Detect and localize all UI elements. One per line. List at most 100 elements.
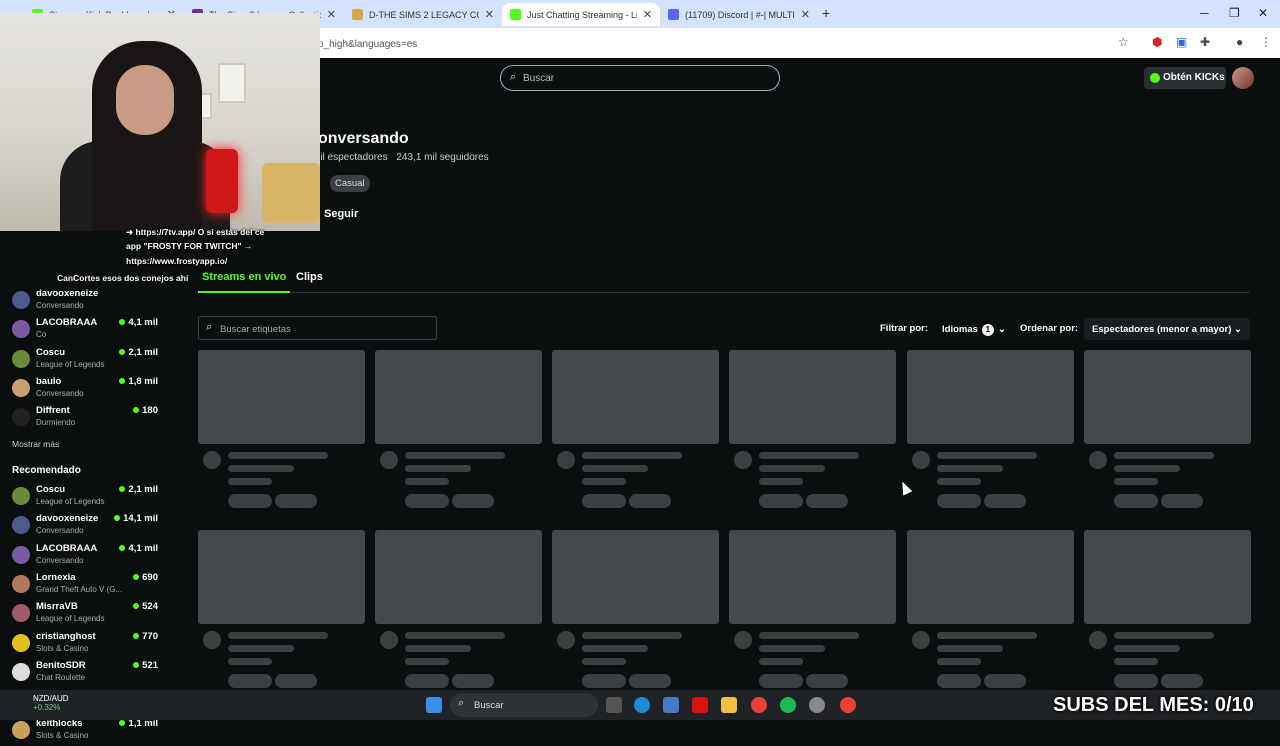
new-tab-icon[interactable]: + [822, 5, 830, 21]
bookmark-star-icon[interactable]: ☆ [1118, 35, 1129, 49]
get-kicks-label: Obtén KICKs [1163, 72, 1225, 83]
minimize-icon[interactable]: ─ [1200, 6, 1209, 20]
text-placeholder [937, 645, 1003, 652]
close-tab-icon[interactable]: ✕ [643, 8, 652, 21]
sidebar-channel-item[interactable]: Diffrent Durmiendo 180 [0, 405, 170, 433]
translate-icon[interactable]: ▣ [1176, 35, 1187, 49]
avatar-placeholder [912, 631, 930, 649]
close-tab-icon[interactable]: ✕ [485, 8, 494, 21]
edge-icon[interactable] [634, 697, 650, 713]
stream-card-skeleton[interactable] [1084, 530, 1251, 688]
streamer-face [116, 65, 174, 135]
channel-category: Conversando [36, 301, 84, 310]
restore-icon[interactable]: ❐ [1229, 6, 1240, 20]
extensions-icon[interactable]: ✚ [1200, 35, 1210, 49]
obs-icon[interactable] [809, 697, 825, 713]
sidebar-channel-item[interactable]: cristianghost Slots & Casino 770 [0, 631, 170, 659]
sort-dropdown[interactable]: Espectadores (menor a mayor) ⌄ [1084, 318, 1250, 340]
task-view-icon[interactable] [606, 697, 622, 713]
tab-clips[interactable]: Clips [296, 271, 323, 283]
avatar-placeholder [734, 451, 752, 469]
tag-placeholder [582, 674, 626, 688]
tag-placeholder [806, 674, 848, 688]
text-placeholder [759, 478, 803, 485]
sidebar-channel-item[interactable]: baulo Conversando 1,8 mil [0, 376, 170, 404]
sidebar-channel-item[interactable]: davooxeneize Conversando 14,1 mil [0, 513, 170, 541]
stream-thumbnail-placeholder [729, 350, 896, 444]
sidebar-channel-item[interactable]: LACOBRAAA Conversando 4,1 mil [0, 543, 170, 571]
sidebar-channel-item[interactable]: BenitoSDR Chat Roulette 521 [0, 660, 170, 688]
stream-card-skeleton[interactable] [375, 350, 542, 508]
text-placeholder [228, 452, 328, 459]
stream-card-skeleton[interactable] [198, 530, 365, 688]
channel-avatar [12, 545, 30, 564]
stream-thumbnail-placeholder [1084, 530, 1251, 624]
taskbar-search[interactable]: ⌕ Buscar [450, 693, 598, 717]
category-tag[interactable]: Casual [330, 175, 370, 192]
viewer-count: 2,1 mil [119, 484, 158, 495]
adblock-icon[interactable]: ⬢ [1152, 35, 1162, 49]
follow-button[interactable]: Seguir [324, 208, 358, 220]
text-placeholder [405, 632, 505, 639]
user-avatar[interactable] [1232, 67, 1254, 89]
spotify-icon[interactable] [780, 697, 796, 713]
search-icon: ⌕ [510, 71, 517, 83]
avatar-placeholder [912, 451, 930, 469]
address-bar[interactable]: o_high&languages=es [300, 31, 1140, 55]
tag-placeholder [452, 494, 494, 508]
close-tab-icon[interactable]: ✕ [801, 8, 810, 21]
viewer-count: 180 [133, 405, 158, 416]
tab-live-streams[interactable]: Streams en vivo [202, 271, 286, 283]
close-tab-icon[interactable]: ✕ [327, 8, 336, 21]
text-placeholder [405, 658, 449, 665]
stream-card-skeleton[interactable] [375, 530, 542, 688]
text-placeholder [1114, 465, 1180, 472]
stream-card-skeleton[interactable] [198, 350, 365, 508]
channel-name: LACOBRAAA [36, 317, 98, 329]
sidebar-channel-item[interactable]: Coscu League of Legends 2,1 mil [0, 347, 170, 375]
get-kicks-button[interactable]: Obtén KICKs [1144, 67, 1226, 89]
chrome-active-icon[interactable] [840, 697, 856, 713]
tag-placeholder [984, 494, 1026, 508]
stream-card-skeleton[interactable] [907, 530, 1074, 688]
stream-card-skeleton[interactable] [552, 350, 719, 508]
active-tab-indicator [198, 291, 290, 293]
sidebar-channel-item[interactable]: Lornexia Grand Theft Auto V (G... 690 [0, 572, 170, 600]
browser-tab[interactable]: D-THE SIMS 2 LEGACY COLLECT ✕ [344, 3, 502, 26]
netflix-icon[interactable] [692, 697, 708, 713]
languages-dropdown[interactable]: Idiomas 1 ⌄ [934, 318, 1014, 340]
browser-tab[interactable]: (11709) Discord | #-| MULTIMEDI ✕ [660, 3, 818, 26]
profile-icon[interactable]: ● [1236, 35, 1243, 49]
category-viewers: mil espectadores [312, 152, 388, 163]
ticker-widget[interactable]: NZD/AUD +0.32% [33, 694, 69, 712]
sidebar-channel-item[interactable]: Coscu League of Legends 2,1 mil [0, 484, 170, 512]
chrome-icon[interactable] [751, 697, 767, 713]
channel-avatar [12, 574, 30, 593]
file-explorer-icon[interactable] [721, 697, 737, 713]
sidebar-channel-item[interactable]: davooxeneize Conversando [0, 288, 170, 316]
filter-label: Filtrar por: [880, 323, 929, 334]
menu-icon[interactable]: ⋮ [1260, 35, 1272, 49]
sidebar-channel-item[interactable]: keithlocks Slots & Casino 1,1 mil [0, 718, 170, 746]
tab-title: Just Chatting Streaming - Live [527, 9, 637, 20]
stream-thumbnail-placeholder [198, 530, 365, 624]
windows-start-icon[interactable] [426, 697, 442, 713]
viewer-count: 1,8 mil [119, 376, 158, 387]
stream-card-skeleton[interactable] [552, 530, 719, 688]
viewer-count: 2,1 mil [119, 347, 158, 358]
stream-card-skeleton[interactable] [729, 350, 896, 508]
recommended-heading: Recomendado [12, 465, 81, 476]
search-input[interactable]: ⌕ Buscar [500, 65, 780, 91]
show-more-link[interactable]: Mostrar más [12, 439, 59, 449]
close-window-icon[interactable]: ✕ [1258, 6, 1268, 20]
category-title: onversando [318, 130, 409, 147]
stream-card-skeleton[interactable] [729, 530, 896, 688]
sidebar-channel-item[interactable]: MisrraVB League of Legends 524 [0, 601, 170, 629]
stream-card-skeleton[interactable] [907, 350, 1074, 508]
stream-card-skeleton[interactable] [1084, 350, 1251, 508]
avatar-placeholder [380, 451, 398, 469]
tag-search-input[interactable]: ⌕ Buscar etiquetas [198, 316, 437, 340]
store-icon[interactable] [663, 697, 679, 713]
browser-tab-active[interactable]: Just Chatting Streaming - Live ✕ [502, 3, 660, 26]
sidebar-channel-item[interactable]: LACOBRAAA Co 4,1 mil [0, 317, 170, 345]
